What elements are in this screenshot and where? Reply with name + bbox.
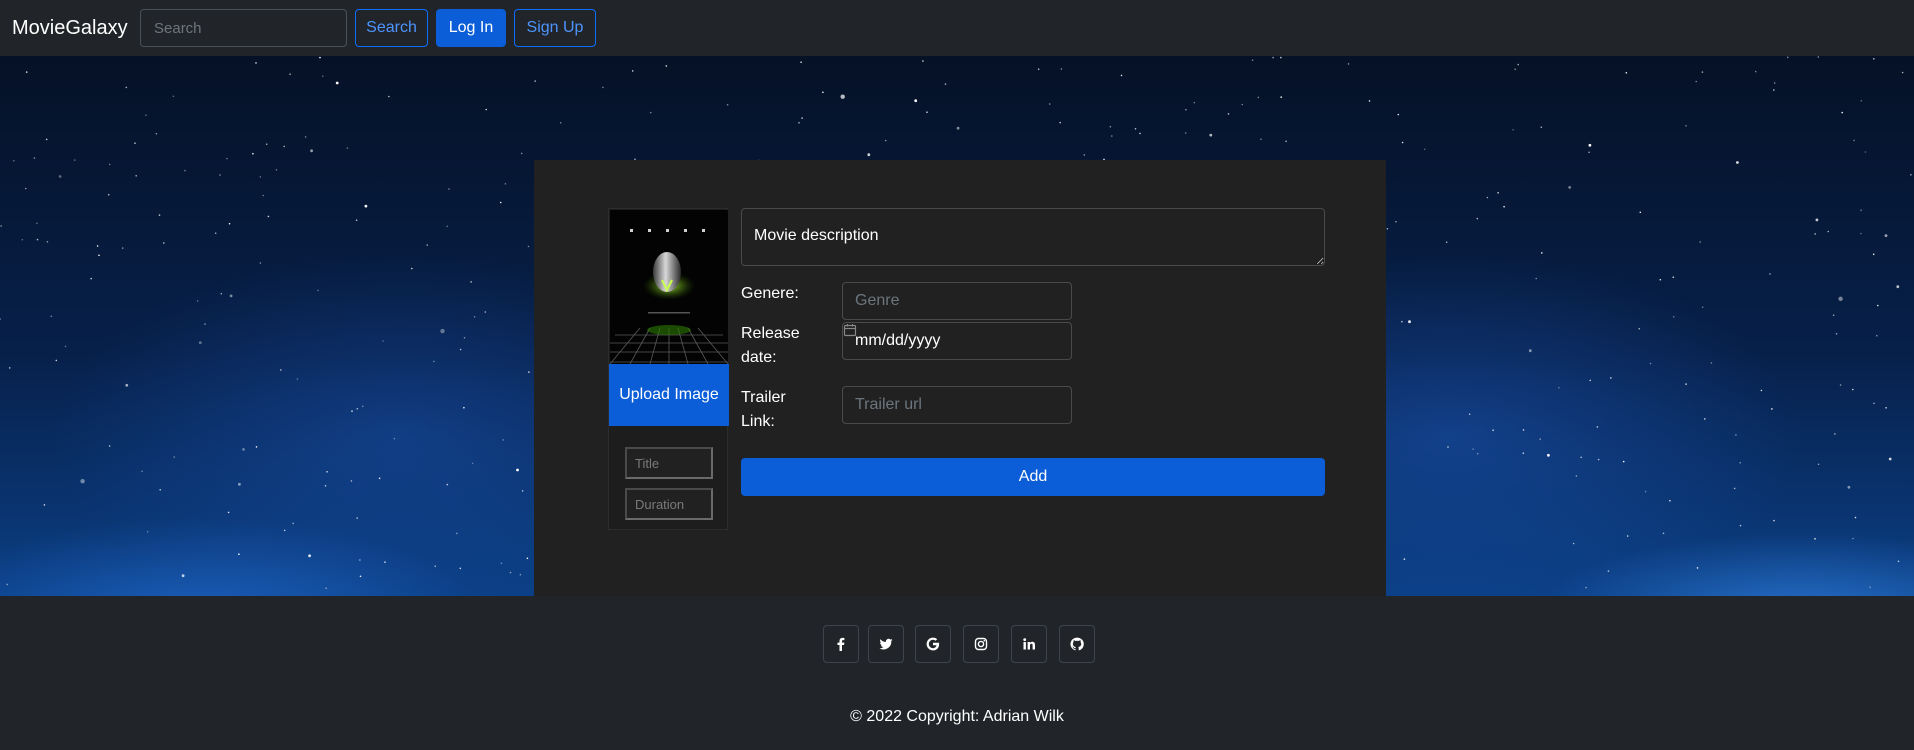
add-movie-button[interactable]: Add <box>741 458 1325 496</box>
duration-input[interactable] <box>625 488 713 520</box>
instagram-icon[interactable] <box>963 625 999 663</box>
release-date-value: mm/dd/yyyy <box>855 332 941 349</box>
upload-image-button[interactable]: Upload Image <box>609 364 729 426</box>
github-icon[interactable] <box>1059 625 1095 663</box>
brand-logo-link[interactable]: MovieGalaxy <box>12 17 128 40</box>
copyright-text: © 2022 Copyright: Adrian Wilk <box>850 708 1064 725</box>
trailer-link-label: Trailer Link: <box>741 389 786 430</box>
login-button[interactable]: Log In <box>436 9 506 47</box>
search-button[interactable]: Search <box>355 9 428 47</box>
google-icon[interactable] <box>915 625 951 663</box>
twitter-icon[interactable] <box>868 625 904 663</box>
search-input[interactable] <box>140 9 347 47</box>
trailer-url-input[interactable] <box>842 386 1072 424</box>
add-movie-card: Upload Image Genere: Release date: mm/dd… <box>534 160 1386 596</box>
release-date-input[interactable]: mm/dd/yyyy <box>842 322 1072 360</box>
release-date-label: Release date: <box>741 325 800 366</box>
linkedin-icon[interactable] <box>1011 625 1047 663</box>
navbar: MovieGalaxy Search Log In Sign Up <box>0 0 1914 56</box>
footer: © 2022 Copyright: Adrian Wilk <box>0 596 1914 750</box>
facebook-icon[interactable] <box>823 625 859 663</box>
movie-poster-image <box>610 210 728 364</box>
genre-label: Genere: <box>741 285 799 302</box>
starfield-background: Upload Image Genere: Release date: mm/dd… <box>0 56 1914 596</box>
title-input[interactable] <box>625 447 713 479</box>
movie-description-textarea[interactable] <box>741 208 1325 266</box>
calendar-icon[interactable] <box>843 323 857 337</box>
poster-panel: Upload Image <box>608 208 729 530</box>
genre-input[interactable] <box>842 282 1072 320</box>
signup-button[interactable]: Sign Up <box>514 9 596 47</box>
